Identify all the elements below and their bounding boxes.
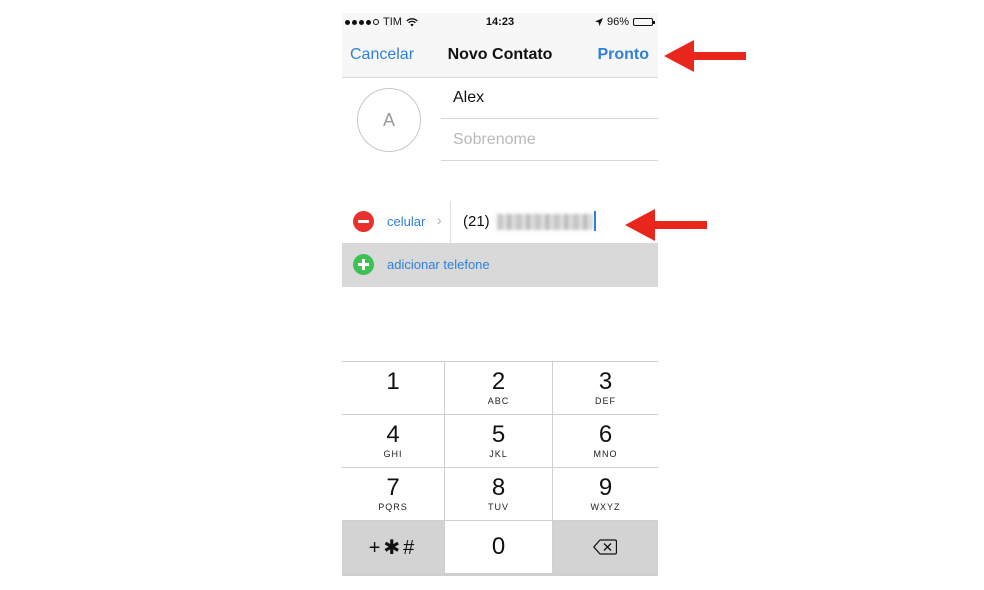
key-9[interactable]: 9 WXYZ [553, 468, 658, 521]
add-phone-label: adicionar telefone [387, 257, 490, 272]
key-digit: 4 [386, 421, 400, 448]
key-letters: TUV [488, 502, 509, 512]
key-letters: WXYZ [590, 502, 621, 512]
key-letters: GHI [383, 449, 403, 459]
battery-icon [633, 18, 655, 26]
divider [450, 201, 451, 243]
key-digit: 1 [386, 368, 400, 395]
first-name-field[interactable]: Alex [441, 77, 658, 119]
key-digit: 8 [491, 474, 506, 501]
backspace-icon [593, 539, 617, 555]
chevron-right-icon: › [437, 212, 442, 228]
symbols-label: +✱# [368, 537, 418, 559]
key-digit: 7 [386, 474, 400, 501]
key-digit: 6 [598, 421, 613, 448]
key-letters: PQRS [378, 502, 408, 512]
key-digit: 2 [491, 368, 506, 395]
key-8[interactable]: 8 TUV [445, 468, 553, 521]
status-right: 96% [594, 16, 655, 28]
done-button[interactable]: Pronto [597, 46, 649, 64]
location-arrow-icon [594, 18, 603, 26]
key-7[interactable]: 7 PQRS [342, 468, 445, 521]
key-1[interactable]: 1 [342, 362, 445, 415]
key-4[interactable]: 4 GHI [342, 415, 445, 468]
symbols-key[interactable]: +✱# [342, 521, 445, 574]
phone-label-selector[interactable]: celular [387, 214, 425, 229]
key-5[interactable]: 5 JKL [445, 415, 553, 468]
key-letters: DEF [595, 396, 616, 406]
key-letters: ABC [487, 396, 510, 406]
avatar-initial: A [382, 109, 395, 130]
key-digit: 3 [598, 368, 613, 395]
add-phone-row[interactable]: adicionar telefone [342, 243, 658, 287]
remove-phone-button[interactable] [353, 211, 374, 232]
key-letters: MNO [593, 449, 618, 459]
key-6[interactable]: 6 MNO [553, 415, 658, 468]
text-cursor [594, 211, 596, 231]
add-photo-avatar[interactable]: A [357, 88, 421, 152]
blurred-number [497, 214, 593, 230]
key-0[interactable]: 0 [445, 521, 553, 574]
key-3[interactable]: 3 DEF [553, 362, 658, 415]
backspace-key[interactable] [553, 521, 658, 574]
key-digit: 5 [491, 421, 506, 448]
annotation-arrow-done [664, 40, 746, 72]
phone-number-input[interactable]: (21) [463, 213, 490, 230]
phone-screen: TIM 14:23 96% Cancelar Novo Contato Pron… [342, 13, 658, 577]
key-2[interactable]: 2 ABC [445, 362, 553, 415]
key-digit: 0 [491, 533, 506, 560]
status-bar: TIM 14:23 96% [342, 13, 658, 33]
key-digit: 9 [598, 474, 613, 501]
first-name-value: Alex [453, 89, 485, 106]
last-name-placeholder: Sobrenome [453, 131, 536, 148]
last-name-field[interactable]: Sobrenome [441, 119, 658, 161]
navigation-bar: Cancelar Novo Contato Pronto [342, 33, 658, 78]
numeric-keypad: 1 2 ABC 3 DEF 4 GHI 5 JKL 6 MNO 7 PQRS 8 TUV 9W… [342, 361, 658, 576]
phone-number-row: celular › (21) [342, 201, 658, 243]
battery-percent: 96% [606, 16, 629, 28]
annotation-arrow-phone [625, 209, 707, 241]
key-letters: JKL [489, 449, 508, 459]
add-phone-icon[interactable] [353, 254, 374, 275]
